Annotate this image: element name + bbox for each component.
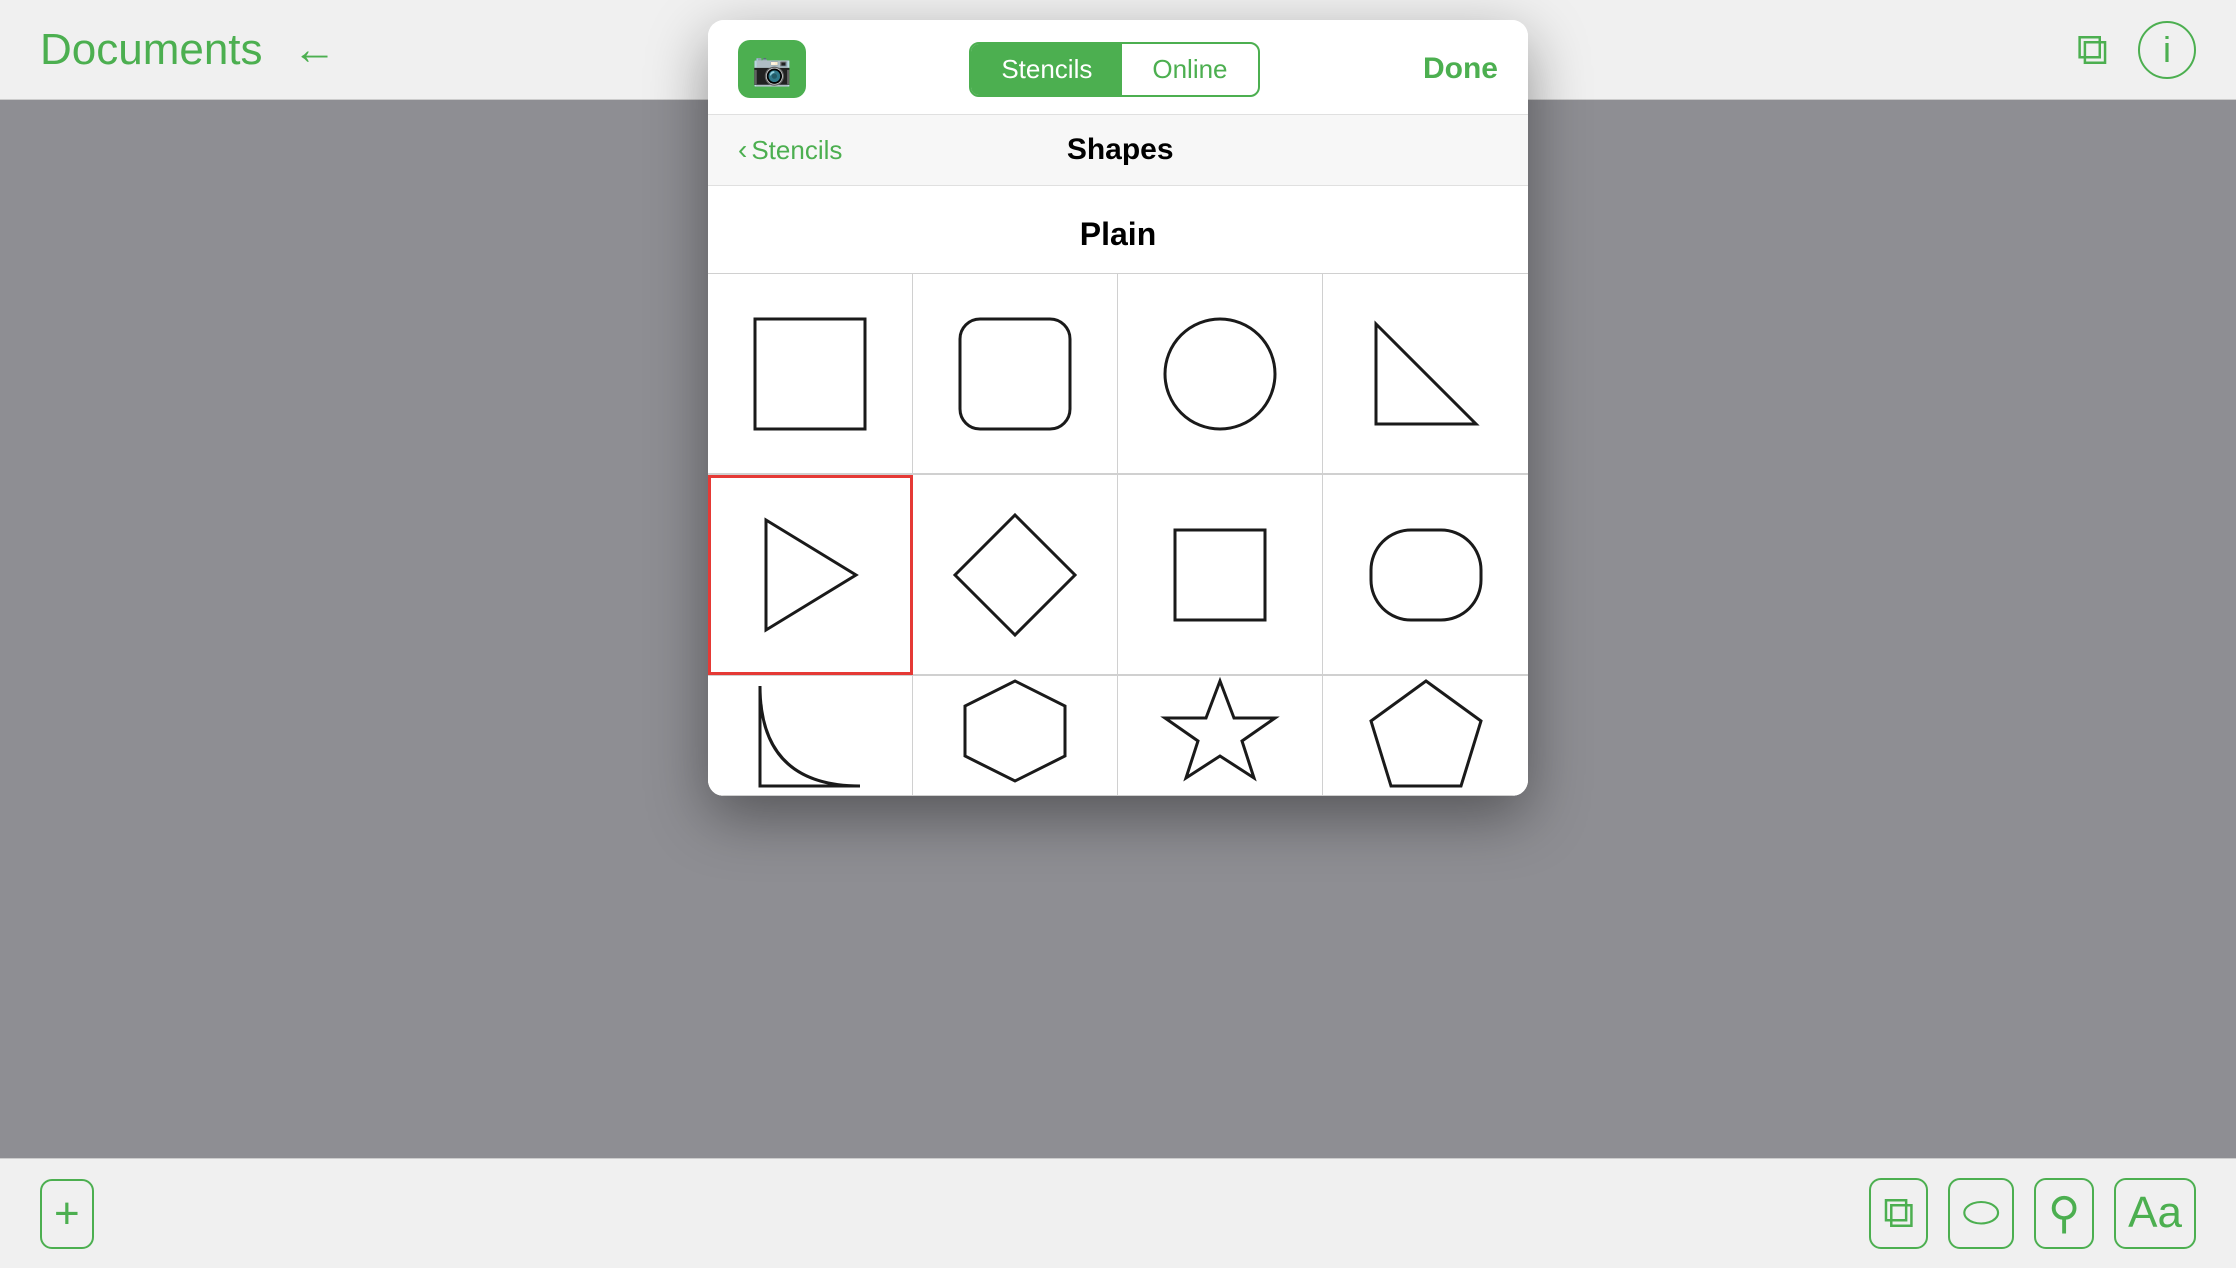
modal-header: 📷 Stencils Online Done — [708, 20, 1528, 115]
shape-curved-corner[interactable] — [708, 676, 913, 796]
shapes-grid-row3 — [708, 675, 1528, 796]
shape-right-triangle[interactable] — [1323, 274, 1528, 474]
tab-stencils[interactable]: Stencils — [971, 44, 1122, 95]
shapes-container: Plain — [708, 186, 1528, 796]
shapes-grid-row1 — [708, 273, 1528, 474]
shape-star[interactable] — [1118, 676, 1323, 796]
back-chevron-icon: ‹ — [738, 134, 747, 166]
shape-stadium[interactable] — [1323, 475, 1528, 675]
tab-online[interactable]: Online — [1122, 44, 1257, 95]
tab-segmented-control: Stencils Online — [969, 42, 1259, 97]
shape-small-square[interactable] — [1118, 475, 1323, 675]
shapes-grid-row2 — [708, 474, 1528, 675]
modal-panel: 📷 Stencils Online Done ‹ Stencils Shapes… — [708, 20, 1528, 796]
section-title: Plain — [708, 206, 1528, 273]
back-to-stencils[interactable]: ‹ Stencils — [738, 134, 842, 166]
shape-pentagon[interactable] — [1323, 676, 1528, 796]
shape-square[interactable] — [708, 274, 913, 474]
shape-diamond[interactable] — [913, 475, 1118, 675]
shape-hexagon[interactable] — [913, 676, 1118, 796]
shape-play-triangle[interactable] — [708, 475, 913, 675]
page-title: Shapes — [842, 133, 1398, 167]
modal-overlay: 📷 Stencils Online Done ‹ Stencils Shapes… — [0, 0, 2236, 1268]
camera-icon[interactable]: 📷 — [738, 40, 806, 98]
modal-subheader: ‹ Stencils Shapes — [708, 115, 1528, 186]
breadcrumb-label: Stencils — [751, 135, 842, 166]
shape-rounded-rectangle[interactable] — [913, 274, 1118, 474]
shape-circle[interactable] — [1118, 274, 1323, 474]
done-button[interactable]: Done — [1423, 52, 1498, 86]
